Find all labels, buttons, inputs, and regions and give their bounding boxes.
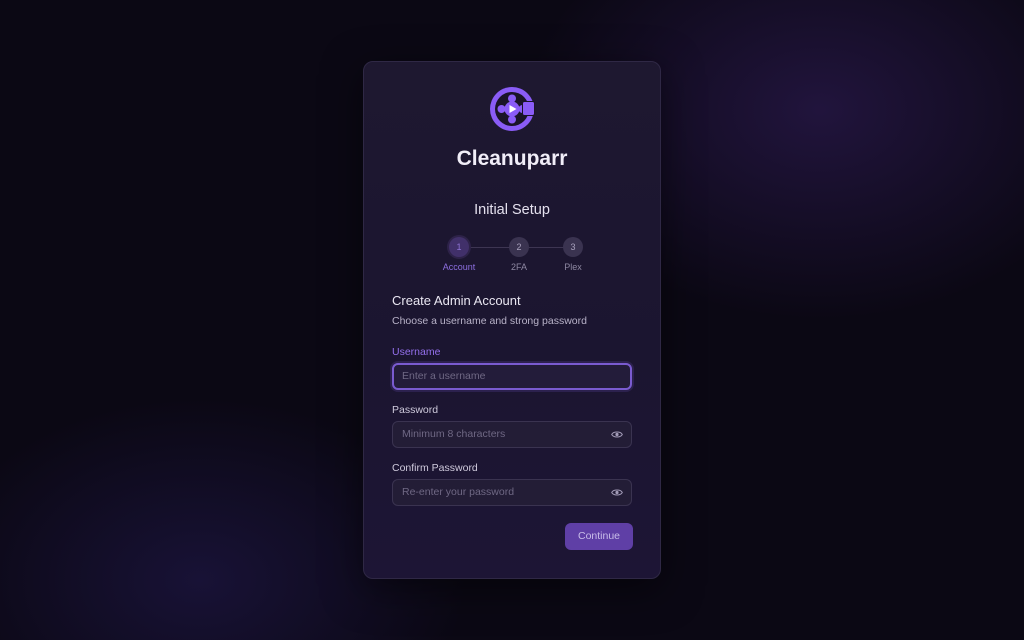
step-label: 2FA — [510, 262, 527, 272]
setup-stepper: 1 Account 2 2FA 3 Plex — [364, 237, 660, 277]
setup-title: Initial Setup — [474, 202, 550, 218]
step-2fa: 2 2FA — [489, 237, 549, 272]
setup-card: Cleanuparr Initial Setup 1 Account 2 2FA… — [363, 61, 661, 579]
continue-button[interactable]: Continue — [565, 523, 633, 550]
username-label: Username — [392, 346, 441, 358]
step-label: Account — [442, 262, 476, 272]
confirm-password-input[interactable]: Re-enter your password — [392, 479, 632, 506]
step-number: 1 — [449, 237, 469, 257]
username-input[interactable]: Enter a username — [392, 363, 632, 390]
confirm-password-label: Confirm Password — [392, 462, 478, 474]
step-number: 2 — [509, 237, 529, 257]
step-label: Plex — [564, 262, 582, 272]
confirm-password-placeholder: Re-enter your password — [402, 486, 515, 498]
password-placeholder: Minimum 8 characters — [402, 428, 506, 440]
step-plex: 3 Plex — [543, 237, 603, 272]
form-heading: Create Admin Account — [392, 293, 521, 308]
cleanuparr-logo-icon — [490, 87, 535, 131]
eye-icon[interactable] — [611, 430, 623, 439]
step-account: 1 Account — [429, 237, 489, 272]
step-number: 3 — [563, 237, 583, 257]
password-label: Password — [392, 404, 439, 416]
form-description: Choose a username and strong password — [392, 315, 587, 327]
password-input[interactable]: Minimum 8 characters — [392, 421, 632, 448]
app-title: Cleanuparr — [456, 147, 568, 170]
eye-icon[interactable] — [611, 488, 623, 497]
username-placeholder: Enter a username — [402, 370, 486, 382]
